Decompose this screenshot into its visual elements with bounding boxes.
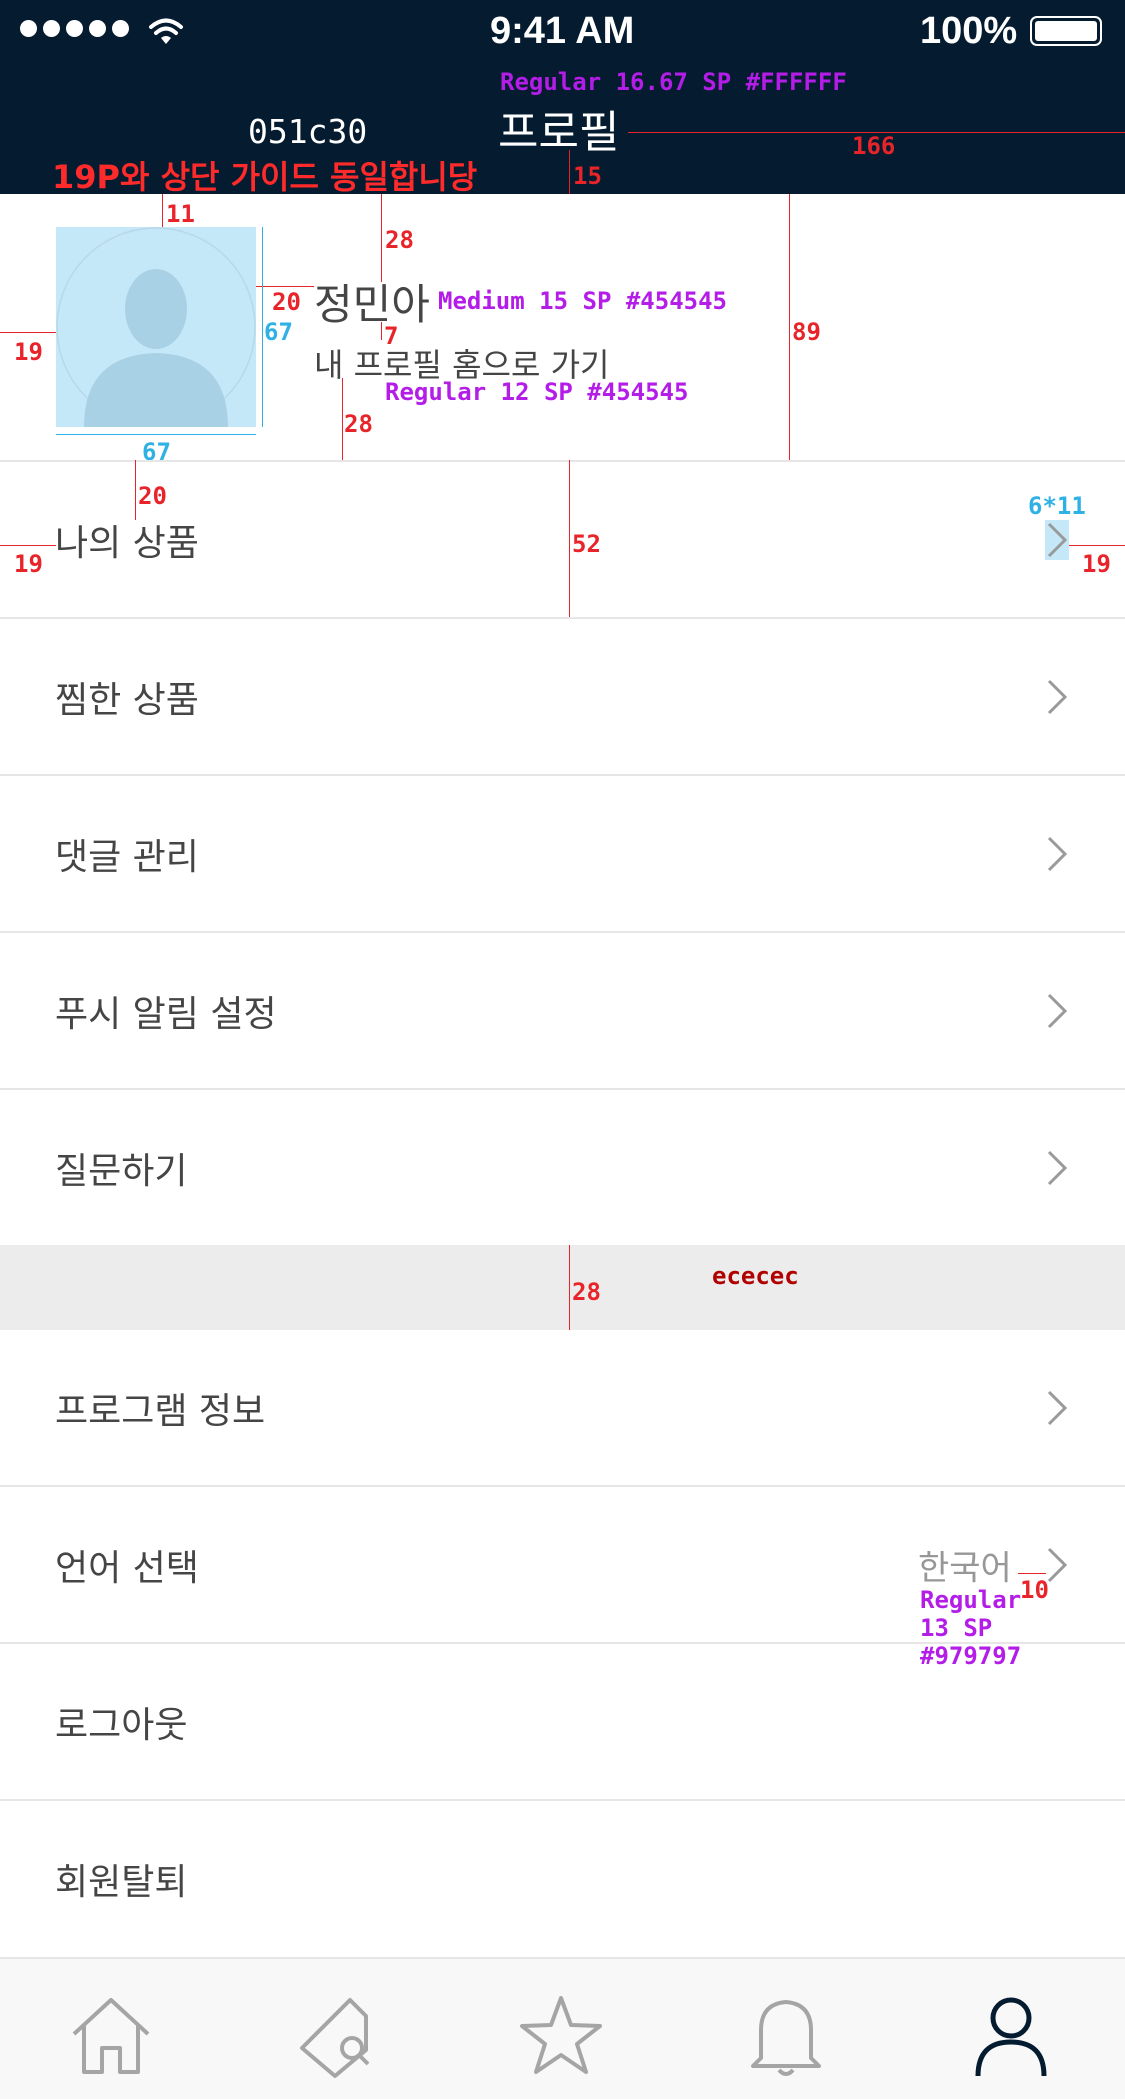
profile-name: 정민아 bbox=[314, 280, 430, 329]
tab-home[interactable] bbox=[66, 1990, 156, 2080]
measure-label: 19 bbox=[1082, 550, 1111, 578]
measure-label: 7 bbox=[384, 322, 399, 350]
chevron-right-icon bbox=[1047, 1390, 1068, 1425]
measure-line bbox=[569, 460, 570, 617]
menu-item-label: 찜한 상품 bbox=[55, 679, 199, 721]
tag-search-icon bbox=[300, 1998, 370, 2078]
menu-item-withdraw[interactable]: 회원탈퇴 bbox=[0, 1801, 1125, 1956]
signal-icon bbox=[20, 20, 135, 46]
menu-item-label: 댓글 관리 bbox=[55, 836, 199, 878]
measure-label: 20 bbox=[272, 288, 301, 316]
annotation-header-color: 051c30 bbox=[248, 112, 368, 151]
measure-label: 10 bbox=[1020, 1576, 1049, 1604]
annotation-line: #979797 bbox=[920, 1642, 1022, 1670]
measure-label: 19 bbox=[14, 338, 43, 366]
chevron-right-icon bbox=[1045, 519, 1069, 560]
measure-line bbox=[1069, 545, 1125, 546]
tab-favorites[interactable] bbox=[516, 1990, 606, 2080]
menu-item-program-info[interactable]: 프로그램 정보 bbox=[0, 1330, 1125, 1485]
measure-label: 89 bbox=[792, 318, 821, 346]
menu-item-my-products[interactable]: 나의 상품 bbox=[0, 462, 1125, 617]
menu-item-comments[interactable]: 댓글 관리 bbox=[0, 776, 1125, 931]
annotation-guide-note: 19P와 상단 가이드 동일합니당 bbox=[52, 158, 478, 196]
annotation-chevron-size: 6*11 bbox=[1028, 492, 1086, 520]
bell-icon bbox=[751, 2000, 821, 2076]
menu-item-label: 나의 상품 bbox=[55, 522, 199, 564]
language-value: 한국어 bbox=[918, 1548, 1012, 1588]
annotation-separator-color: ececec bbox=[712, 1262, 799, 1290]
wifi-icon bbox=[149, 18, 183, 44]
tab-search-tag[interactable] bbox=[290, 1990, 380, 2080]
measure-label: 11 bbox=[166, 200, 195, 228]
chevron-right-icon bbox=[1047, 1150, 1068, 1185]
measure-label: 19 bbox=[14, 550, 43, 578]
menu-item-label: 언어 선택 bbox=[55, 1547, 199, 1589]
menu-item-label: 프로그램 정보 bbox=[55, 1390, 266, 1432]
measure-label: 28 bbox=[344, 410, 373, 438]
measure-label: 15 bbox=[573, 162, 602, 190]
annotation-header-font: Regular 16.67 SP #FFFFFF bbox=[500, 68, 847, 96]
measure-label: 20 bbox=[138, 482, 167, 510]
measure-line bbox=[569, 1245, 570, 1330]
measure-line bbox=[262, 227, 263, 427]
annotation-name-font: Medium 15 SP #454545 bbox=[438, 287, 727, 315]
annotation-language-font: Regular 13 SP #979797 bbox=[920, 1586, 1021, 1670]
measure-line bbox=[381, 322, 382, 340]
measure-line bbox=[342, 378, 343, 460]
measure-line bbox=[1018, 1573, 1046, 1574]
measure-line bbox=[0, 332, 56, 333]
menu-item-label: 푸시 알림 설정 bbox=[55, 993, 277, 1035]
person-icon bbox=[975, 1997, 1047, 2077]
annotation-line: Regular bbox=[920, 1586, 1022, 1614]
star-icon bbox=[520, 1996, 602, 2074]
annotation-line: 13 SP bbox=[920, 1614, 993, 1642]
menu-item-push-settings[interactable]: 푸시 알림 설정 bbox=[0, 933, 1125, 1088]
menu-item-label: 회원탈퇴 bbox=[55, 1861, 188, 1903]
menu-item-wishlist[interactable]: 찜한 상품 bbox=[0, 619, 1125, 774]
page-title: 프로필 bbox=[498, 107, 620, 158]
menu-item-label: 로그아웃 bbox=[55, 1704, 188, 1746]
battery-icon bbox=[1030, 16, 1102, 46]
section-separator bbox=[0, 1245, 1125, 1330]
measure-line bbox=[569, 150, 570, 194]
tab-profile[interactable] bbox=[966, 1990, 1056, 2080]
annotation-link-font: Regular 12 SP #454545 bbox=[385, 378, 689, 406]
measure-line bbox=[56, 434, 256, 435]
home-icon bbox=[72, 1998, 150, 2074]
chevron-right-icon bbox=[1047, 836, 1068, 871]
measure-label: 28 bbox=[385, 226, 414, 254]
avatar-placeholder-icon bbox=[56, 227, 256, 427]
battery-percent: 100% bbox=[920, 10, 1018, 52]
measure-line bbox=[162, 194, 163, 227]
status-time: 9:41 AM bbox=[490, 10, 635, 52]
measure-label: 166 bbox=[852, 132, 896, 160]
tab-notifications[interactable] bbox=[741, 1990, 831, 2080]
measure-label: 67 bbox=[264, 318, 293, 346]
measure-label: 28 bbox=[572, 1278, 601, 1306]
measure-line bbox=[256, 286, 314, 287]
chevron-right-icon bbox=[1047, 679, 1068, 714]
chevron-right-icon bbox=[1047, 993, 1068, 1028]
measure-label: 52 bbox=[572, 530, 601, 558]
menu-item-label: 질문하기 bbox=[55, 1150, 188, 1192]
measure-line bbox=[0, 545, 56, 546]
measure-line bbox=[135, 460, 136, 520]
measure-line bbox=[789, 194, 790, 460]
avatar[interactable] bbox=[56, 227, 256, 427]
menu-item-ask-question[interactable]: 질문하기 bbox=[0, 1090, 1125, 1245]
measure-line bbox=[381, 194, 382, 282]
